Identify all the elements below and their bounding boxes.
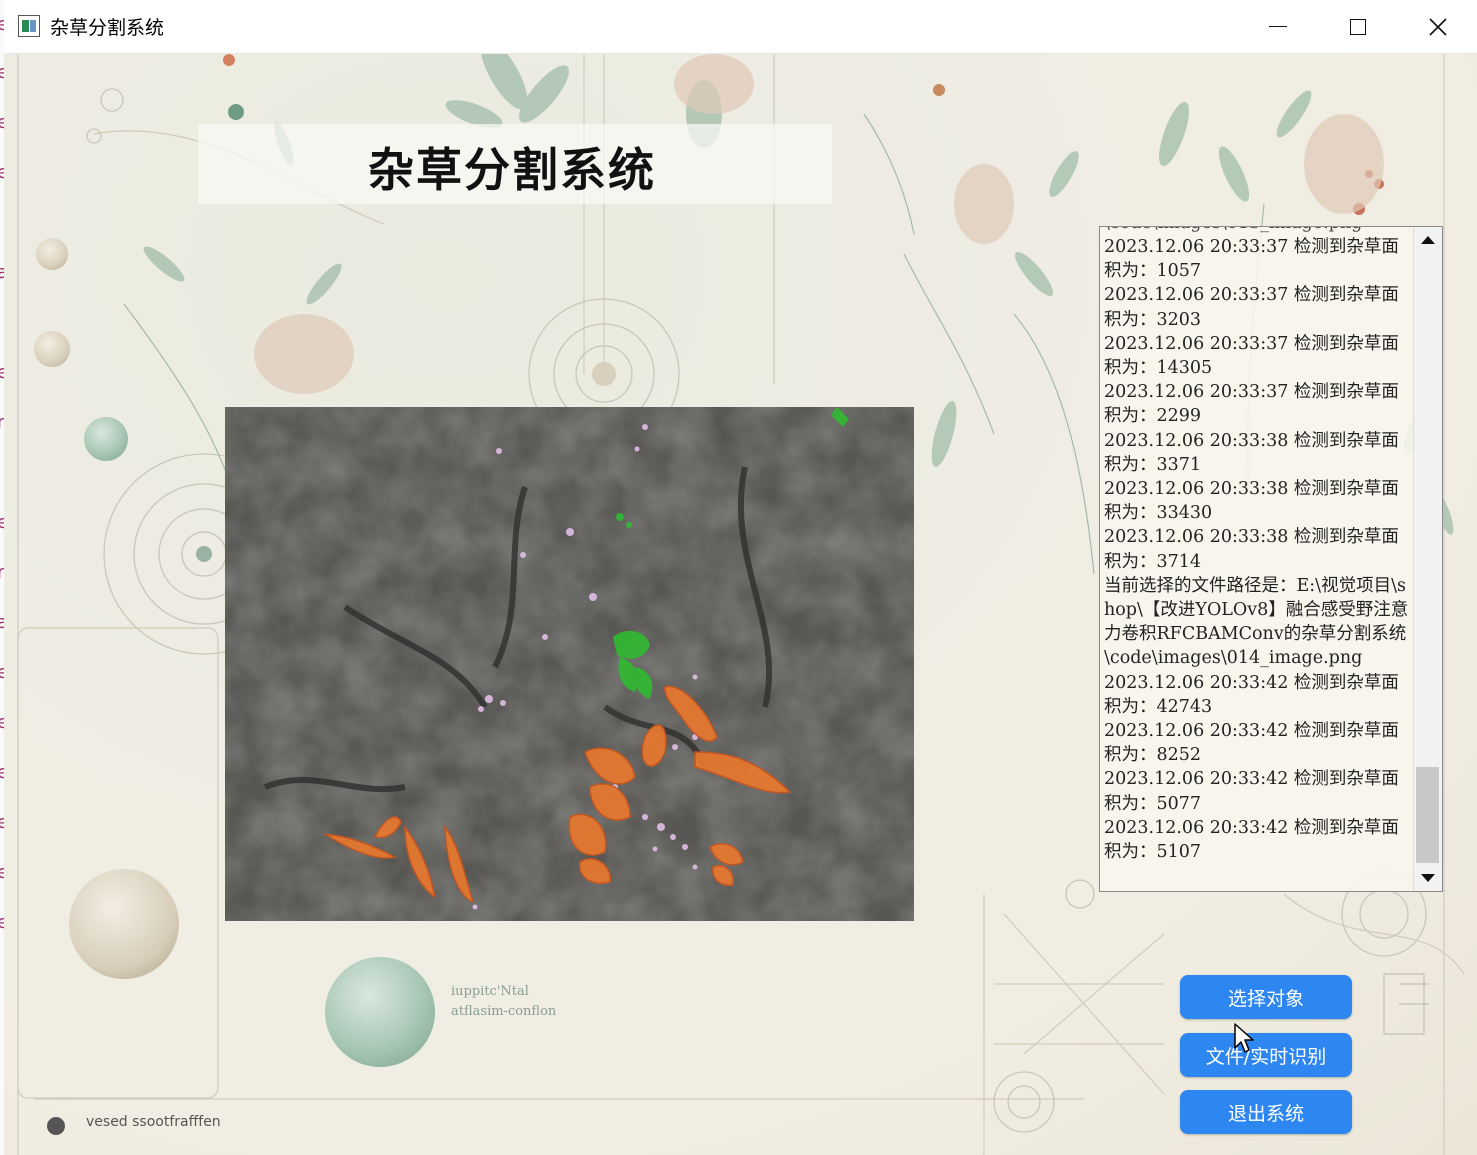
log-line: 2023.12.06 20:33:37 检测到杂草面积为：14305	[1104, 333, 1399, 379]
client-area: 杂草分割系统 2023.12.06 20:33:37 检测到杂草面积为：1057…	[4, 54, 1477, 1155]
log-line: 2023.12.06 20:33:37 检测到杂草面积为：2299	[1104, 382, 1399, 427]
title-bar[interactable]: 杂草分割系统	[4, 0, 1477, 54]
maximize-button[interactable]	[1320, 0, 1396, 53]
log-line: 2023.12.06 20:33:42 检测到杂草面积为：5107	[1104, 817, 1399, 863]
log-textbox[interactable]: \code\images\013_image.png 2023.12.06 20…	[1099, 226, 1443, 892]
title-plate: 杂草分割系统	[198, 124, 832, 204]
decorative-footer-text: vesed ssootfrafffen	[86, 1114, 221, 1130]
scroll-down-button[interactable]	[1414, 865, 1442, 891]
log-line-partial: \code\images\013_image.png	[1104, 227, 1414, 235]
log-line: 2023.12.06 20:33:38 检测到杂草面积为：3371	[1104, 430, 1399, 475]
scrollbar-thumb[interactable]	[1416, 767, 1439, 863]
close-icon	[1429, 17, 1447, 36]
app-icon	[18, 15, 40, 37]
segmentation-result-image	[225, 407, 914, 921]
arrow-down-icon	[1421, 874, 1435, 882]
page-title: 杂草分割系统	[368, 143, 656, 197]
close-button[interactable]	[1400, 0, 1476, 53]
file-realtime-recognition-button[interactable]: 文件/实时识别	[1180, 1033, 1352, 1077]
detection-image	[225, 407, 914, 921]
decorative-caption-line: atflasim-conflon	[451, 1004, 557, 1019]
arrow-up-icon	[1421, 236, 1435, 244]
scroll-up-button[interactable]	[1414, 227, 1442, 253]
window-title: 杂草分割系统	[50, 17, 165, 39]
log-scrollbar[interactable]	[1413, 227, 1442, 891]
decorative-caption: iuppitc'Ntal atflasim-conflon	[451, 982, 556, 1022]
log-line: 2023.12.06 20:33:38 检测到杂草面积为：33430	[1104, 479, 1399, 524]
log-line: 2023.12.06 20:33:42 检测到杂草面积为：5077	[1104, 769, 1399, 814]
log-text: \code\images\013_image.png 2023.12.06 20…	[1104, 227, 1414, 864]
decorative-caption-line: iuppitc'Ntal	[451, 984, 529, 999]
mouse-cursor-icon	[1234, 1023, 1254, 1053]
minimize-button[interactable]	[1240, 0, 1316, 53]
app-window: 杂草分割系统 杂草分割系统 2023.12.06 20:33:37 检测到杂草面…	[4, 0, 1477, 1155]
log-line: 2023.12.06 20:33:42 检测到杂草面积为：42743	[1104, 672, 1399, 717]
log-line: 2023.12.06 20:33:37 检测到杂草面积为：3203	[1104, 285, 1399, 330]
maximize-icon	[1350, 18, 1366, 35]
log-line: 2023.12.06 20:33:38 检测到杂草面积为：3714	[1104, 527, 1399, 572]
minimize-icon	[1269, 25, 1287, 28]
select-object-button[interactable]: 选择对象	[1180, 975, 1352, 1019]
log-line: 当前选择的文件路径是：E:\视觉项目\shop\【改进YOLOv8】融合感受野注…	[1104, 575, 1409, 669]
log-line: 2023.12.06 20:33:37 检测到杂草面积为：1057	[1104, 237, 1399, 282]
exit-system-button[interactable]: 退出系统	[1180, 1090, 1352, 1134]
log-line: 2023.12.06 20:33:42 检测到杂草面积为：8252	[1104, 721, 1399, 766]
